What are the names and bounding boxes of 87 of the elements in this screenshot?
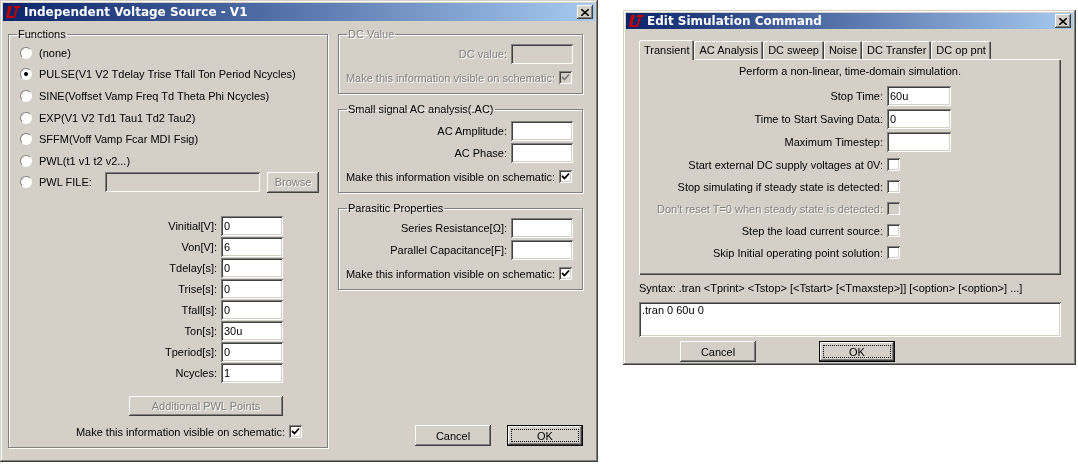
logo-icon [5,5,21,19]
file-path-field[interactable] [104,172,260,193]
field-label: Stop Time: [830,90,883,102]
tab[interactable]: DC op pnt [931,41,991,59]
option-label: PWL FILE: [39,176,92,189]
checkbox[interactable] [559,267,572,280]
group-legend: Parasitic Properties [347,202,445,214]
input-field[interactable]: 0 [221,300,283,321]
input-field[interactable]: 0 [221,279,283,300]
cancel-button[interactable]: Cancel [415,425,491,446]
checkbox[interactable] [887,224,900,237]
window-title: Edit Simulation Command [647,14,822,28]
input-field[interactable] [887,132,951,152]
ok-button[interactable]: OK [507,425,583,446]
field-label: Vinitial[V]: [168,220,217,233]
option-label: Make this information visible on schematic: [345,170,555,183]
checkbox[interactable] [289,425,302,438]
description-text: Perform a non-linear, time-domain simulation. [739,65,961,77]
tab[interactable]: Noise [823,41,863,59]
group-legend: Functions [17,28,67,40]
option-label: SINE(Voffset Vamp Freq Td Theta Phi Ncycles) [39,90,270,102]
group-legend: DC Value [347,28,396,40]
input-field[interactable] [511,240,573,260]
input-field[interactable] [511,218,573,238]
radio-button[interactable] [20,133,32,146]
tab[interactable]: DC Transfer [862,41,932,59]
checkbox[interactable] [559,170,572,183]
option-label: Make this information visible on schematic: [75,425,285,438]
input-field[interactable]: 1 [221,363,283,384]
option-label: SFFM(Voff Vamp Fcar MDI Fsig) [39,133,199,146]
radio-button[interactable] [20,176,32,189]
input-field[interactable]: 0 [221,216,283,237]
radio-button[interactable] [20,154,32,167]
radio-button[interactable] [20,68,32,81]
field-label: Ton[s]: [184,325,217,338]
group-legend: Small signal AC analysis(.AC) [347,103,495,115]
field-label: Tdelay[s]: [169,262,217,275]
option-label: Make this information visible on schematic: [345,71,555,84]
field-label: AC Amplitude: [437,125,507,137]
close-button[interactable] [577,5,593,19]
radio-button[interactable] [20,46,32,59]
input-field[interactable]: 6 [221,237,283,258]
input-field[interactable]: 0 [887,109,951,129]
input-field[interactable]: 60u [887,86,951,106]
close-icon [581,8,589,16]
option-label: Don't reset T=0 when steady state is detected: [657,202,883,215]
checkbox[interactable] [887,180,900,193]
close-icon [1059,17,1067,25]
input-field[interactable]: 0 [221,258,283,279]
option-label: PWL(t1 v1 t2 v2...) [39,154,131,167]
option-label: (none) [39,46,71,59]
option-label: Step the load current source: [741,224,883,237]
field-label: Time to Start Saving Data: [754,113,883,125]
radio-button[interactable] [20,111,32,124]
radio-button[interactable] [20,90,32,102]
option-label: Skip Initial operating point solution: [713,246,883,259]
field-label: Tfall[s]: [181,304,217,317]
tab[interactable]: AC Analysis [694,41,764,59]
checkbox[interactable] [887,246,900,259]
command-field[interactable]: .tran 0 60u 0 [639,302,1061,337]
option-label: Start external DC supply voltages at 0V: [688,158,883,171]
checkbox[interactable] [887,158,900,171]
window-title: Independent Voltage Source - V1 [24,5,248,19]
option-label: Stop simulating if steady state is detected: [677,180,883,193]
cancel-button[interactable]: Cancel [680,341,756,362]
tab[interactable]: DC sweep [763,41,824,59]
tab[interactable]: Transient [639,40,695,60]
option-label: PULSE(V1 V2 Tdelay Trise Tfall Ton Period Ncycles) [39,68,296,81]
field-label: Series Resistance[Ω]: [400,222,507,234]
field-label: Ncycles: [175,367,217,380]
input-field[interactable] [511,143,573,163]
field-label: Trise[s]: [178,283,217,296]
field-label: Parallel Capacitance[F]: [390,244,507,256]
field-label: DC value: [458,48,507,60]
syntax-text: Syntax: .tran <Tprint> <Tstop> [<Tstart> [<Tmaxstep>]] [<option> [<option>] ...] [639,282,1024,294]
option-label: Make this information visible on schematic: [345,267,555,280]
field-label: Tperiod[s]: [165,346,217,359]
field-label: Maximum Timestep: [784,136,883,148]
option-label: EXP(V1 V2 Td1 Tau1 Td2 Tau2) [39,111,196,124]
ok-button[interactable]: OK [819,341,895,362]
field-label: AC Phase: [454,147,507,159]
logo-icon [628,14,644,28]
input-field[interactable]: 0 [221,342,283,363]
close-button[interactable] [1055,14,1071,28]
field-label: Von[V]: [181,241,217,254]
input-field[interactable] [511,121,573,141]
input-field[interactable]: 30u [221,321,283,342]
